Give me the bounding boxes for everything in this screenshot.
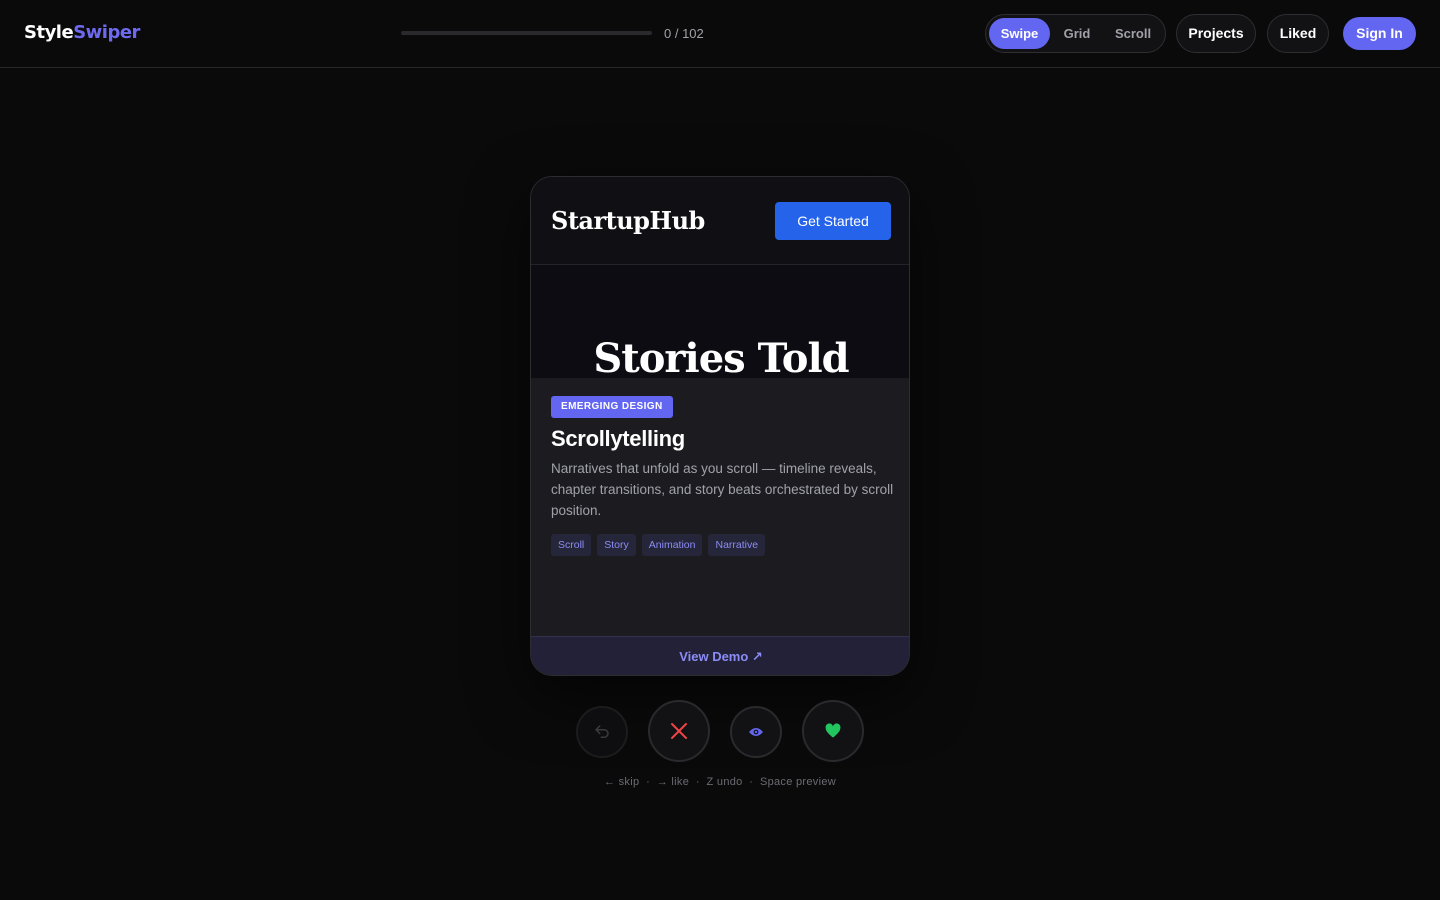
tag: Story <box>597 534 636 556</box>
sign-in-button[interactable]: Sign In <box>1343 17 1416 50</box>
tag-list: Scroll Story Animation Narrative <box>551 534 766 556</box>
undo-icon <box>595 725 609 738</box>
view-mode-switch: Swipe Grid Scroll <box>985 14 1166 53</box>
progress-bar <box>401 31 652 35</box>
projects-button[interactable]: Projects <box>1176 14 1256 53</box>
mode-scroll-button[interactable]: Scroll <box>1104 18 1162 49</box>
tag: Scroll <box>551 534 592 556</box>
preview-brand: StartupHub <box>551 206 705 235</box>
style-preview[interactable]: StartupHub Get Started Stories Told <box>531 177 909 378</box>
style-info: EMERGING DESIGN Scrollytelling Narrative… <box>531 378 909 636</box>
preview-hero-title: Stories Told <box>593 335 849 378</box>
logo-text-swiper: Swiper <box>73 22 140 43</box>
style-card[interactable]: StartupHub Get Started Stories Told EMER… <box>530 176 910 676</box>
top-bar: StyleSwiper 0 / 102 Swipe Grid Scroll Pr… <box>0 0 1440 68</box>
close-icon <box>671 723 687 739</box>
mode-grid-button[interactable]: Grid <box>1050 18 1104 49</box>
progress-counter: 0 / 102 <box>664 26 704 41</box>
mode-swipe-button[interactable]: Swipe <box>989 18 1050 49</box>
undo-button[interactable] <box>576 706 628 758</box>
liked-button[interactable]: Liked <box>1267 14 1329 53</box>
preview-get-started-button: Get Started <box>775 202 891 240</box>
like-button[interactable] <box>802 700 864 762</box>
style-title: Scrollytelling <box>551 426 685 451</box>
tag: Animation <box>641 534 703 556</box>
keyboard-hints: ← skip · → like · Z undo · Space preview <box>603 776 837 788</box>
style-description: Narratives that unfold as you scroll — t… <box>551 461 894 518</box>
preview-header: StartupHub Get Started <box>531 177 909 265</box>
view-demo-link[interactable]: View Demo ↗ <box>531 636 909 675</box>
logo-text-style: Style <box>24 22 74 43</box>
app-logo[interactable]: StyleSwiper <box>24 22 140 43</box>
skip-button[interactable] <box>648 700 710 762</box>
eye-icon <box>749 728 763 736</box>
tag: Narrative <box>708 534 766 556</box>
heart-icon <box>825 723 841 738</box>
preview-button[interactable] <box>730 706 782 758</box>
category-badge: EMERGING DESIGN <box>551 396 673 418</box>
